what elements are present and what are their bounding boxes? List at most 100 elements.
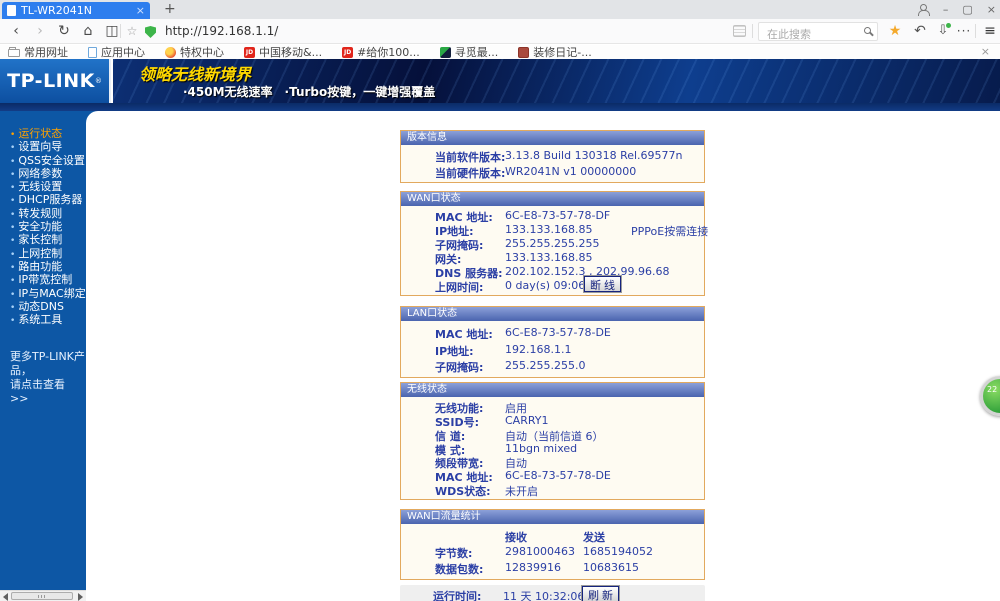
tab-close-icon[interactable]: × [136,4,145,17]
folder-icon [8,46,20,57]
panel-title: WAN口状态 [401,192,704,206]
sidebar-item-running-status[interactable]: • 运行状态 [10,127,86,140]
new-tab-button[interactable]: + [158,1,182,17]
maximize-button[interactable]: ▢ [962,3,972,16]
security-shield-icon[interactable] [145,26,156,38]
panel-title: 无线状态 [401,383,704,397]
panel-title: WAN口流量统计 [401,510,704,524]
info-row: IP地址: 192.168.1.1 [435,342,572,358]
minimize-button[interactable]: – [943,3,949,16]
sidebar-item-ip-bandwidth-control[interactable]: • IP带宽控制 [10,273,86,286]
sidebar-item-qss-security[interactable]: • QSS安全设置 [10,154,86,167]
info-row: SSID号: CARRY1 [435,413,549,429]
uptime-row: 运行时间: 11 天 10:32:06 刷 新 [400,585,705,601]
traffic-row: 数据包数: 12839916 10683615 [435,561,639,576]
reading-list-button[interactable]: ◫ [102,21,122,41]
info-row: MAC 地址: 6C-E8-73-57-78-DE [435,326,611,342]
search-placeholder: 在此搜索 [767,28,811,41]
bookmark-give-you-100[interactable]: JD #给你100... [342,44,420,60]
info-row: 网关: 133.133.168.85 [435,251,593,266]
info-row: 模 式: 11bgn mixed [435,441,578,457]
rx-column-header: 接收 [505,531,527,544]
search-input[interactable]: 在此搜索 [758,22,878,41]
banner-slogan-main: 领略无线新境界 [139,65,252,84]
info-row: MAC 地址: 6C-E8-73-57-78-DF [435,209,611,224]
tplink-logo: TP-LINK ® [0,59,111,103]
back-button[interactable]: ‹ [6,21,26,41]
reload-button[interactable]: ↻ [54,21,74,41]
bookmark-app-center[interactable]: 应用中心 [88,44,145,60]
browser-tab[interactable]: TL-WR2041N × [2,2,150,19]
window-close-button[interactable]: × [987,3,996,16]
menu-button[interactable]: ≡ [980,21,1000,41]
status-panels: 版本信息 当前软件版本: 3.13.8 Build 130318 Rel.6957… [400,130,709,601]
scroll-left-arrow-icon[interactable] [3,593,8,601]
sidebar-item-parental-control[interactable]: • 家长控制 [10,233,86,246]
sidebar-more-products-link[interactable]: 更多TP-LINK产品， 请点击查看 >> [10,350,86,406]
scrollbar-thumb[interactable] [11,592,73,600]
extension-icon[interactable] [733,25,746,37]
sidebar-item-system-tools[interactable]: • 系统工具 [10,313,86,326]
address-bar-url[interactable]: http://192.168.1.1/ [165,24,278,38]
sidebar-item-routing-function[interactable]: • 路由功能 [10,260,86,273]
info-row: 子网掩码: 255.255.255.255 [435,237,600,252]
sidebar-item-internet-control[interactable]: • 上网控制 [10,247,86,260]
jd-icon: JD [244,46,255,58]
info-row: 子网掩码: 255.255.255.0 [435,358,586,374]
info-row: IP地址: 133.133.168.85 PPPoE按需连接 [435,223,709,238]
tab-title: TL-WR2041N [21,4,92,17]
info-row: MAC 地址: 6C-E8-73-57-78-DE [435,469,611,485]
tab-favicon-icon [7,5,16,16]
sidebar-item-dhcp-server[interactable]: • DHCP服务器 [10,193,86,206]
disconnect-button[interactable]: 断 线 [582,275,623,293]
info-row: WDS状态: 未开启 [435,485,538,499]
scroll-right-arrow-icon[interactable] [78,593,83,601]
sidebar-item-ip-mac-binding[interactable]: • IP与MAC绑定 [10,287,86,300]
bookmark-common-sites[interactable]: 常用网址 [8,44,68,60]
search-icon[interactable] [864,27,871,34]
bookmarks-close-icon[interactable]: × [981,45,990,58]
panel-wan-traffic: WAN口流量统计 接收 发送 字节数: 2981000463 1685194052 数… [400,509,705,580]
panel-lan-status: LAN口状态 MAC 地址: 6C-E8-73-57-78-DE IP地址: 192… [400,306,705,378]
info-row: DNS 服务器: 202.102.152.3 , 202.99.96.68 [435,265,670,280]
browser-toolbar: ‹ › ↻ ⌂ ◫ ☆ http://192.168.1.1/ 在此搜索 ★ ↶… [0,19,1000,44]
home-button[interactable]: ⌂ [78,21,98,41]
banner-bottom-strip [0,103,1000,111]
info-row: 频段带宽: 自动 [435,457,527,471]
horizontal-scrollbar[interactable] [0,590,86,601]
router-banner: TP-LINK ® 领略无线新境界 ·450M无线速率 ·Turbo按键，一键增强… [0,59,1000,103]
bookmark-seek-best[interactable]: 寻觅最... [439,44,498,60]
undo-close-tab-button[interactable]: ↶ [910,21,930,41]
downloads-button[interactable]: ⇩ [933,21,953,41]
tx-column-header: 发送 [583,531,605,544]
sidebar-item-dynamic-dns[interactable]: • 动态DNS [10,300,86,313]
favorites-button[interactable]: ★ [885,21,905,41]
bookmark-china-mobile[interactable]: JD 中国移动&... [244,44,322,60]
sidebar-item-forwarding-rules[interactable]: • 转发规则 [10,207,86,220]
refresh-button[interactable]: 刷 新 [580,585,621,601]
forward-button[interactable]: › [30,21,50,41]
sidebar-item-security-functions[interactable]: • 安全功能 [10,220,86,233]
sidebar-item-network-params[interactable]: • 网络参数 [10,167,86,180]
toolbar-divider [752,24,753,38]
seek-icon [439,46,451,58]
info-row: 无线功能: 启用 [435,401,527,415]
bookmark-decor-diary[interactable]: 装修日记-... [518,44,592,60]
panel-title: 版本信息 [401,131,704,145]
info-row: 当前软件版本: 3.13.8 Build 130318 Rel.69577n [435,149,683,165]
more-tools-button[interactable]: ··· [954,21,974,41]
bookmarks-bar: 常用网址 应用中心 特权中心 JD 中国移动&... JD #给你100... … [0,45,1000,59]
bookmark-star-icon[interactable]: ☆ [122,21,142,41]
info-row: 上网时间: 0 day(s) 09:06:45 断 线 [401,275,704,294]
info-row: 信 道: 自动（当前信道 6） [435,429,604,443]
privilege-icon [165,46,176,58]
panel-wan-status: WAN口状态 MAC 地址: 6C-E8-73-57-78-DF IP地址: 133… [400,191,709,296]
bookmark-privilege-center[interactable]: 特权中心 [165,44,224,60]
titlebar: TL-WR2041N × + – ▢ × [0,0,1000,19]
info-row: 当前硬件版本: WR2041N v1 00000000 [435,164,637,180]
panel-title: LAN口状态 [401,307,704,321]
sidebar-menu: • 运行状态 • 设置向导 • QSS安全设置 • 网络参数 • 无线设置 • DHCP服务… [0,111,86,590]
sidebar-item-setup-wizard[interactable]: • 设置向导 [10,140,86,153]
sidebar-item-wireless-settings[interactable]: • 无线设置 [10,180,86,193]
user-account-icon[interactable] [917,4,930,16]
